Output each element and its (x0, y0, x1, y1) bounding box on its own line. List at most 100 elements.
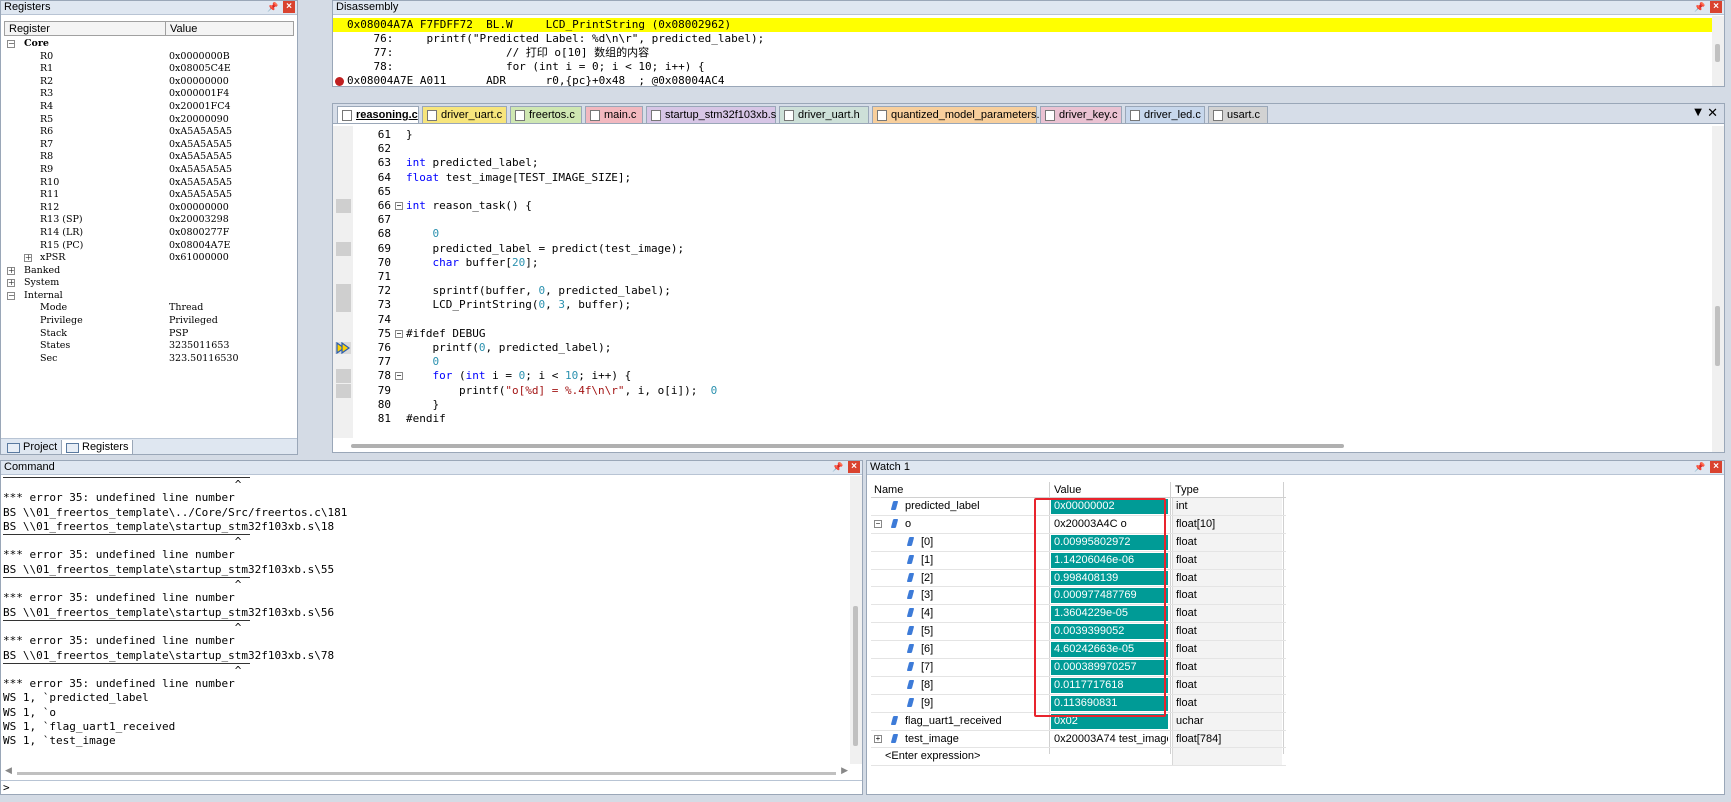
register-row[interactable]: R15 (PC) 0x08004A7E (4, 240, 294, 253)
register-row[interactable]: R5 0x20000090 (4, 114, 294, 127)
scroll-left-icon[interactable]: ◀ (5, 766, 12, 776)
watch-row[interactable]: [0] 0.00995802972 float (871, 534, 1286, 552)
watch-value[interactable]: 0.0117717618 (1051, 678, 1168, 693)
register-row[interactable]: R9 0xA5A5A5A5 (4, 164, 294, 177)
command-vscrollbar[interactable] (850, 476, 862, 764)
tab-file-0[interactable]: reasoning.c (337, 106, 419, 123)
watch-row[interactable]: + test_image 0x20003A74 test_image float[78… (871, 731, 1286, 749)
command-hscrollbar[interactable]: ◀ ▶ (5, 768, 848, 778)
register-row[interactable]: Stack PSP (4, 328, 294, 341)
watch-value[interactable]: 0x20003A74 test_image (1051, 732, 1168, 747)
editor-hscrollbar[interactable] (351, 444, 1344, 448)
register-row[interactable]: R14 (LR) 0x0800277F (4, 227, 294, 240)
code-line[interactable]: 63 int predicted_label; (333, 156, 1712, 170)
code-line[interactable]: 70 char buffer[20]; (333, 256, 1712, 270)
col-value[interactable]: Value (1054, 484, 1081, 496)
register-row[interactable]: R0 0x0000000B (4, 51, 294, 64)
watch-value[interactable]: 0.113690831 (1051, 696, 1168, 711)
current-instruction-line[interactable]: 0x08004A7A F7FDFF72 BL.W LCD_PrintString… (333, 18, 1712, 32)
watch-row[interactable]: − o 0x20003A4C o float[10] (871, 516, 1286, 534)
tab-file-7[interactable]: driver_key.c (1040, 106, 1122, 123)
editor-vscrollbar[interactable] (1712, 126, 1724, 452)
register-row[interactable]: R12 0x00000000 (4, 202, 294, 215)
tab-file-3[interactable]: main.c (585, 106, 643, 123)
register-row[interactable]: R6 0xA5A5A5A5 (4, 126, 294, 139)
code-line[interactable]: 69 predicted_label = predict(test_image)… (333, 242, 1712, 256)
watch-row[interactable]: [2] 0.998408139 float (871, 570, 1286, 588)
watch-value[interactable] (1051, 749, 1168, 764)
register-row[interactable]: R7 0xA5A5A5A5 (4, 139, 294, 152)
code-line[interactable]: 77 0 (333, 355, 1712, 369)
watch-row[interactable]: <Enter expression> (871, 748, 1286, 766)
close-icon[interactable]: × (1710, 1, 1722, 13)
code-line[interactable]: 79 printf("o[%d] = %.4f\n\r", i, o[i]); … (333, 384, 1712, 398)
tab-file-9[interactable]: usart.c (1208, 106, 1268, 123)
code-line[interactable]: 73 LCD_PrintString(0, 3, buffer); (333, 298, 1712, 312)
watch-value[interactable]: 0x20003A4C o (1051, 517, 1168, 532)
code-view[interactable]: 61} 62 63 int predicted_label; 64 float test_… (333, 126, 1712, 438)
watch-row[interactable]: predicted_label 0x00000002 int (871, 498, 1286, 516)
code-line[interactable]: 75− #ifdef DEBUG (333, 327, 1712, 341)
watch-value[interactable]: 0.998408139 (1051, 571, 1168, 586)
code-line[interactable]: 81 #endif (333, 412, 1712, 426)
disassembly-line[interactable]: 78: for (int i = 0; i < 10; i++) { (333, 60, 1712, 74)
watch-value[interactable]: 0.00995802972 (1051, 535, 1168, 550)
code-line[interactable]: 67 (333, 213, 1712, 227)
col-value[interactable]: Value (170, 23, 197, 35)
tab-file-6[interactable]: quantized_model_parameters.c (872, 106, 1037, 123)
watch-value[interactable]: 0x00000002 (1051, 499, 1168, 514)
expand-icon[interactable]: − (7, 40, 15, 48)
col-name[interactable]: Name (874, 484, 903, 496)
code-line[interactable]: 78− for (int i = 0; i < 10; i++) { (333, 369, 1712, 383)
register-row[interactable]: Sec 323.50116530 (4, 353, 294, 366)
code-line[interactable]: 71 (333, 270, 1712, 284)
tab-project[interactable]: Project (3, 440, 61, 455)
code-line[interactable]: 65 (333, 185, 1712, 199)
code-line[interactable]: 66− int reason_task() { (333, 199, 1712, 213)
watch-row[interactable]: [5] 0.0039399052 float (871, 623, 1286, 641)
expand-icon[interactable]: + (24, 254, 32, 262)
register-row[interactable]: + Banked (4, 265, 294, 278)
register-row[interactable]: R10 0xA5A5A5A5 (4, 177, 294, 190)
pin-icon[interactable]: 📌 (1694, 461, 1706, 473)
expand-icon[interactable]: − (7, 292, 15, 300)
watch-row[interactable]: [6] 4.60242663e-05 float (871, 641, 1286, 659)
pin-icon[interactable]: 📌 (832, 461, 844, 473)
code-line[interactable]: 74 (333, 313, 1712, 327)
tab-file-1[interactable]: driver_uart.c (422, 106, 507, 123)
register-row[interactable]: − Core (4, 38, 294, 51)
register-row[interactable]: R11 0xA5A5A5A5 (4, 189, 294, 202)
tab-file-8[interactable]: driver_led.c (1125, 106, 1205, 123)
register-row[interactable]: R1 0x08005C4E (4, 63, 294, 76)
register-row[interactable]: R3 0x000001F4 (4, 88, 294, 101)
tab-file-5[interactable]: driver_uart.h (779, 106, 869, 123)
disassembly-line[interactable]: 77: // 打印 o[10] 数组的内容 (333, 46, 1712, 60)
code-line[interactable]: 64 float test_image[TEST_IMAGE_SIZE]; (333, 171, 1712, 185)
close-editor-icon[interactable]: ✕ (1707, 106, 1718, 121)
register-row[interactable]: + xPSR 0x61000000 (4, 252, 294, 265)
breakpoint-icon[interactable] (335, 77, 344, 86)
code-line[interactable]: 68 0 (333, 227, 1712, 241)
col-type[interactable]: Type (1175, 484, 1199, 496)
fold-icon[interactable]: − (395, 202, 403, 210)
command-input[interactable]: > (1, 780, 862, 794)
tab-registers[interactable]: Registers (61, 440, 133, 455)
code-line[interactable]: 62 (333, 142, 1712, 156)
watch-value[interactable]: 0x02 (1051, 714, 1168, 729)
fold-icon[interactable]: − (395, 330, 403, 338)
watch-value[interactable]: 0.000389970257 (1051, 660, 1168, 675)
close-icon[interactable]: × (283, 1, 295, 13)
watch-row[interactable]: flag_uart1_received 0x02 uchar (871, 713, 1286, 731)
col-register[interactable]: Register (9, 23, 50, 35)
close-icon[interactable]: × (848, 461, 860, 473)
register-row[interactable]: R8 0xA5A5A5A5 (4, 151, 294, 164)
expand-icon[interactable]: − (874, 520, 882, 528)
watch-row[interactable]: [4] 1.3604229e-05 float (871, 605, 1286, 623)
watch-row[interactable]: [3] 0.000977487769 float (871, 587, 1286, 605)
register-row[interactable]: + System (4, 277, 294, 290)
disassembly-scrollbar[interactable] (1712, 16, 1724, 86)
watch-row[interactable]: [1] 1.14206046e-06 float (871, 552, 1286, 570)
register-row[interactable]: Mode Thread (4, 302, 294, 315)
register-row[interactable]: R4 0x20001FC4 (4, 101, 294, 114)
watch-row[interactable]: [9] 0.113690831 float (871, 695, 1286, 713)
